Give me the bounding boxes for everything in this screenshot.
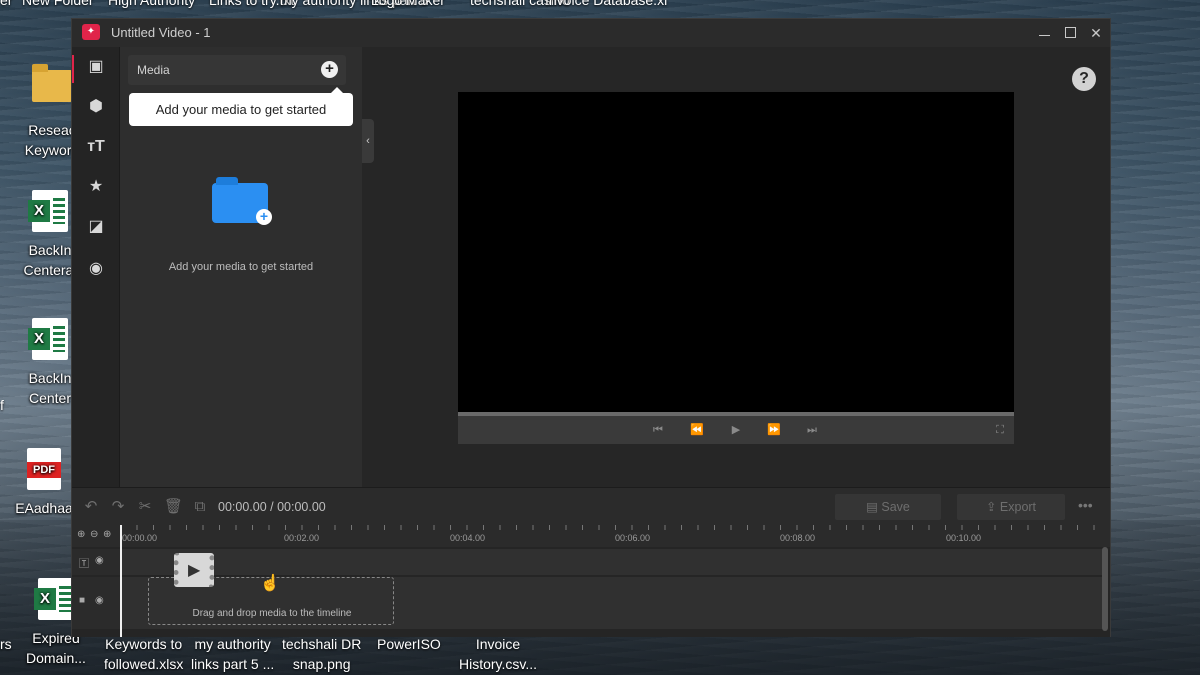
save-button[interactable]: ▤ Save — [835, 494, 941, 520]
zoom-in-icon[interactable]: ⊕ — [103, 529, 115, 541]
media-panel: Media + Add your media to get started + … — [120, 47, 362, 487]
media-panel-title: Media — [137, 63, 170, 77]
transitions-icon[interactable]: ◪ — [84, 215, 108, 239]
fast-forward-icon[interactable]: ⏩ — [766, 422, 782, 438]
playhead[interactable] — [120, 525, 122, 637]
desktop-icon-poweriso[interactable]: PowerISO — [377, 634, 441, 654]
drop-zone-text: Drag and drop media to the timeline — [192, 608, 352, 619]
skip-start-icon[interactable]: ⏮ — [650, 422, 666, 438]
tick-label: 00:08.00 — [780, 533, 816, 543]
preview-area: ? ⏮ ⏪ ▶ ⏩ ⏭ ⛶ — [362, 47, 1110, 487]
window-title: Untitled Video - 1 — [111, 25, 211, 40]
collapse-panel-button[interactable]: ‹ — [362, 119, 374, 163]
eye-icon[interactable]: ◉ — [95, 555, 104, 566]
tick-label: 00:00.00 — [122, 533, 158, 543]
text-track-header: 🅃 ◉ — [72, 549, 120, 575]
video-track-icon: ■ — [79, 595, 86, 606]
help-button[interactable]: ? — [1072, 67, 1096, 91]
empty-media-text: Add your media to get started — [168, 261, 314, 273]
sticker-icon[interactable]: ⬢ — [84, 95, 108, 119]
text-track[interactable] — [120, 549, 1106, 575]
tick-label: 00:04.00 — [450, 533, 486, 543]
desktop-label[interactable]: f — [0, 397, 4, 413]
duplicate-icon[interactable]: ⧉ — [191, 498, 209, 516]
text-track-icon: 🅃 — [79, 559, 89, 570]
video-editor-window: ✦ Untitled Video - 1 ✕ ▣ ⬢ ᴛT ★ ◪ ◉ Medi… — [71, 18, 1111, 637]
timeline-toolbar: ↶ ↷ ✂ 🗑 ⧉ 00:00.00 / 00:00.00 ▤ Save ⇪ E… — [72, 487, 1110, 525]
tick-label: 00:02.00 — [284, 533, 320, 543]
timecode: 00:00.00 / 00:00.00 — [218, 500, 326, 514]
eye-icon[interactable]: ◉ — [95, 595, 104, 606]
desktop-icon-authority-links[interactable]: my authority links part 5 ... — [191, 634, 274, 674]
tick-label: 00:10.00 — [946, 533, 982, 543]
app-logo-icon: ✦ — [82, 24, 100, 40]
pdf-file-icon: PDF — [27, 448, 61, 490]
close-button[interactable]: ✕ — [1086, 23, 1106, 43]
tool-sidebar: ▣ ⬢ ᴛT ★ ◪ ◉ — [72, 47, 120, 487]
folder-icon — [32, 64, 72, 102]
title-bar[interactable]: ✦ Untitled Video - 1 ✕ — [72, 19, 1110, 47]
desktop-icon-techshali-snap[interactable]: techshali DR snap.png — [282, 634, 361, 674]
desktop-label[interactable]: Logo Maker — [371, 0, 445, 8]
desktop-label[interactable]: rs — [0, 636, 12, 652]
save-icon: ▤ — [866, 500, 878, 514]
desktop-icon-invoice-history[interactable]: Invoice History.csv... — [459, 634, 537, 674]
video-preview — [458, 92, 1014, 412]
media-header: Media + — [128, 55, 346, 85]
timeline-scrollbar[interactable] — [1102, 547, 1108, 631]
maximize-button[interactable] — [1060, 23, 1080, 43]
desktop-label[interactable]: High Authority — [108, 0, 195, 8]
excel-file-icon: X — [28, 190, 68, 232]
zoom-controls: ⊕ ⊖ ⊕ — [72, 525, 120, 547]
text-icon[interactable]: ᴛT — [84, 135, 108, 159]
tick-label: 00:06.00 — [615, 533, 651, 543]
zoom-fit-icon[interactable]: ⊕ — [77, 529, 89, 541]
redo-icon[interactable]: ↷ — [109, 498, 127, 516]
export-icon: ⇪ — [985, 500, 997, 514]
video-clip-icon — [174, 553, 214, 587]
play-icon[interactable]: ▶ — [728, 422, 744, 438]
zoom-out-icon[interactable]: ⊖ — [90, 529, 102, 541]
timeline: ⊕ ⊖ ⊕ 00:00.00 00:02.00 00:04.00 00:06.0… — [72, 525, 1110, 637]
rewind-icon[interactable]: ⏪ — [689, 422, 705, 438]
cut-icon[interactable]: ✂ — [136, 498, 154, 516]
filters-icon[interactable]: ◉ — [84, 257, 108, 281]
undo-icon[interactable]: ↶ — [82, 498, 100, 516]
export-button[interactable]: ⇪ Export — [957, 494, 1065, 520]
desktop-label[interactable]: er — [0, 0, 12, 8]
effects-icon[interactable]: ★ — [84, 175, 108, 199]
excel-file-icon: X — [28, 318, 68, 360]
add-folder-icon[interactable]: + — [212, 177, 272, 225]
desktop-label[interactable]: New Folder — [22, 0, 94, 8]
media-icon[interactable]: ▣ — [84, 55, 108, 79]
fullscreen-icon[interactable]: ⛶ — [992, 422, 1008, 438]
timeline-ruler[interactable]: 00:00.00 00:02.00 00:04.00 00:06.00 00:0… — [120, 525, 1110, 547]
desktop-icon-keywords[interactable]: Keywords to followed.xlsx — [104, 634, 183, 674]
minimize-button[interactable] — [1034, 23, 1054, 43]
more-options-icon[interactable]: ••• — [1078, 497, 1093, 513]
player-controls: ⏮ ⏪ ▶ ⏩ ⏭ ⛶ — [458, 416, 1014, 444]
add-media-tooltip: Add your media to get started — [129, 87, 353, 126]
add-media-button[interactable]: + — [321, 61, 338, 78]
skip-end-icon[interactable]: ⏭ — [804, 422, 820, 438]
desktop-label[interactable]: Invoice Database.xl — [545, 0, 667, 8]
active-indicator — [72, 55, 74, 83]
delete-icon[interactable]: 🗑 — [164, 498, 183, 516]
excel-file-icon: X — [34, 578, 74, 620]
hand-cursor-icon: ☝ — [260, 575, 280, 592]
video-track-header: ■ ◉ — [72, 577, 120, 629]
